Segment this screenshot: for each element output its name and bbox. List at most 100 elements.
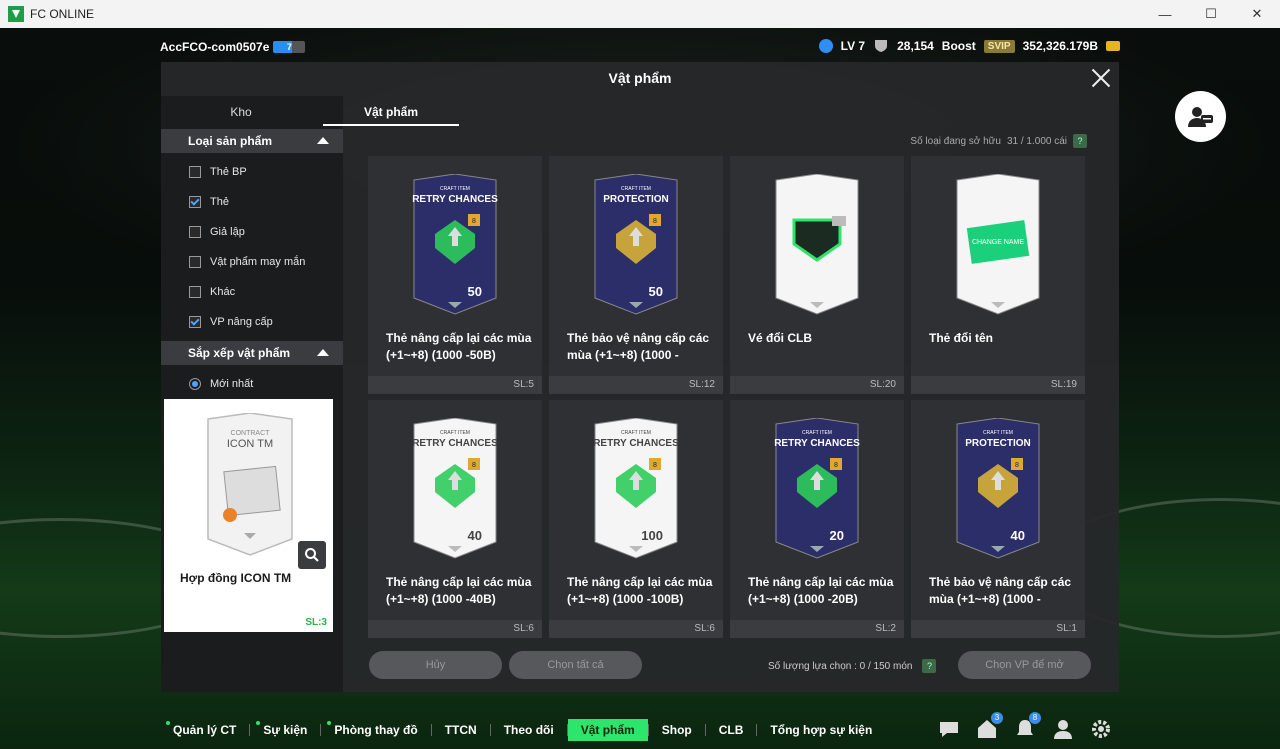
profile-button[interactable]	[1052, 718, 1074, 740]
item-preview: CONTRACT ICON TM Hợp đồng ICON TM SL:3	[164, 399, 333, 632]
account-badge: 7	[273, 41, 306, 53]
svg-text:8: 8	[653, 218, 657, 225]
item-name: Thẻ nâng cấp lại các mùa (+1~+8) (1000 -…	[386, 575, 532, 606]
trophy-count: 28,154	[897, 39, 934, 53]
item-card[interactable]: CRAFT ITEM RETRY CHANCES 8 100 Thẻ nâng …	[549, 400, 723, 638]
card-top: CRAFT ITEM	[983, 430, 1013, 436]
card-title: RETRY CHANCES	[774, 438, 860, 449]
item-card[interactable]: Vé đổi CLB SL:20	[730, 156, 904, 394]
item-card-image: CRAFT ITEM RETRY CHANCES 8 20	[774, 418, 860, 559]
nav-item[interactable]: Shop	[649, 719, 705, 741]
close-window-button[interactable]: ✕	[1234, 0, 1280, 28]
close-icon[interactable]	[1089, 66, 1113, 90]
preview-card-title: ICON TM	[227, 438, 273, 450]
item-card[interactable]: CRAFT ITEM PROTECTION 8 40 Thẻ bảo vệ nâ…	[911, 400, 1085, 638]
filter-the-bp[interactable]: Thẻ BP	[189, 163, 247, 181]
zoom-button[interactable]	[298, 541, 326, 569]
profile-icon	[1054, 720, 1072, 739]
item-card[interactable]: CRAFT ITEM RETRY CHANCES 8 50 Thẻ nâng c…	[368, 156, 542, 394]
home-button[interactable]: 3	[976, 712, 1003, 740]
svg-text:8: 8	[1015, 462, 1019, 469]
filter-the[interactable]: Thẻ	[189, 193, 229, 211]
bottom-navigation: Quản lý CT Sự kiện Phòng thay đồ TTCN Theo d…	[160, 714, 885, 746]
item-qty: SL:2	[875, 623, 896, 634]
radio-button[interactable]	[189, 378, 201, 390]
checkbox[interactable]	[189, 256, 201, 268]
filter-khac[interactable]: Khác	[189, 283, 235, 301]
checkbox[interactable]	[189, 196, 201, 208]
item-card-image: CRAFT ITEM PROTECTION 8 40	[956, 418, 1040, 559]
checkbox[interactable]	[189, 286, 201, 298]
currency-stats: LV 7 28,154 Boost SVIP 352,326.179B	[818, 38, 1120, 54]
filter-label: VP nâng cấp	[210, 316, 273, 328]
item-name: Vé đổi CLB	[748, 331, 813, 345]
item-name: Thẻ bảo vệ nâng cấp các mùa (+1~+8) (100…	[929, 575, 1072, 606]
selection-label: Số lượng lựa chọn : 0 / 150 món	[768, 660, 913, 672]
item-card-image	[775, 174, 859, 315]
boost-label: Boost	[941, 39, 976, 53]
nav-item[interactable]: Sự kiện	[250, 719, 320, 741]
open-items-button[interactable]: Chọn VP để mở	[958, 651, 1091, 679]
nav-item[interactable]: Theo dõi	[491, 719, 567, 741]
sort-header-label: Sắp xếp vật phẩm	[188, 346, 291, 360]
cancel-button[interactable]: Hủy	[369, 651, 502, 679]
trophy-icon	[875, 40, 888, 52]
nav-item[interactable]: Phòng thay đồ	[321, 719, 430, 741]
bell-button[interactable]: 8	[1014, 712, 1041, 740]
select-all-button[interactable]: Chọn tất cả	[509, 651, 642, 679]
owned-value: 31 / 1.000 cái	[1006, 135, 1067, 147]
account-info[interactable]: AccFCO-com0507e 7	[160, 40, 306, 54]
filter-vp-nang-cap[interactable]: VP nâng cấp	[189, 313, 273, 331]
tab-vat-pham[interactable]: Vật phẩm	[323, 98, 459, 126]
nav-item[interactable]: Vật phẩm	[567, 719, 648, 741]
card-top: CRAFT ITEM	[440, 430, 470, 436]
tab-kho[interactable]: Kho	[161, 98, 321, 126]
product-type-header[interactable]: Loại sản phẩm	[161, 129, 343, 153]
chat-icon	[940, 722, 958, 737]
item-qty: SL:12	[688, 379, 715, 390]
sort-header[interactable]: Sắp xếp vật phẩm	[161, 341, 343, 365]
item-card[interactable]: CRAFT ITEM RETRY CHANCES 8 40 Thẻ nâng c…	[368, 400, 542, 638]
card-top: CRAFT ITEM	[802, 430, 832, 436]
notification-badge: 8	[1029, 712, 1041, 724]
minimize-button[interactable]: —	[1142, 0, 1188, 28]
chat-button[interactable]	[938, 718, 960, 740]
nav-item[interactable]: CLB	[706, 719, 757, 741]
item-name: Thẻ nâng cấp lại các mùa (+1~+8) (1000 -…	[567, 575, 713, 606]
preview-card-top: CONTRACT	[231, 430, 271, 437]
item-card[interactable]: CRAFT ITEM PROTECTION 8 50 Thẻ bảo vệ nâ…	[549, 156, 723, 394]
collapse-icon	[317, 349, 329, 356]
filter-label: Thẻ	[210, 196, 229, 208]
nav-item[interactable]: TTCN	[432, 719, 490, 741]
item-card[interactable]: CRAFT ITEM RETRY CHANCES 8 20 Thẻ nâng c…	[730, 400, 904, 638]
nav-item[interactable]: Quản lý CT	[160, 719, 249, 741]
card-title: PROTECTION	[603, 194, 669, 205]
item-card[interactable]: CHANGE NAME Thẻ đổi tên SL:19	[911, 156, 1085, 394]
sort-newest[interactable]: Mới nhất	[189, 375, 253, 393]
preview-item-name: Hợp đồng ICON TM	[180, 571, 292, 585]
sort-option-label: Mới nhất	[210, 378, 254, 390]
help-icon[interactable]: ?	[922, 659, 937, 673]
card-value: 40	[1011, 528, 1025, 543]
maximize-button[interactable]: ☐	[1188, 0, 1234, 28]
filter-gia-lap[interactable]: Giả lập	[189, 223, 245, 241]
item-qty: SL:1	[1056, 623, 1077, 634]
svg-text:8: 8	[653, 462, 657, 469]
window-titlebar: FC ONLINE — ☐ ✕	[0, 0, 1280, 28]
card-top: CRAFT ITEM	[440, 186, 470, 192]
card-title: RETRY CHANCES	[412, 194, 498, 205]
support-chat-button[interactable]	[1175, 91, 1226, 142]
preview-item-qty: SL:3	[305, 617, 327, 628]
item-name: Thẻ nâng cấp lại các mùa (+1~+8) (1000 -…	[748, 575, 894, 606]
support-agent-icon	[1187, 106, 1213, 127]
gear-button[interactable]	[1090, 718, 1112, 740]
item-card-image: CRAFT ITEM RETRY CHANCES 8 40	[412, 418, 498, 559]
nav-item[interactable]: Tổng hợp sự kiện	[757, 719, 885, 741]
checkbox[interactable]	[189, 226, 201, 238]
help-icon[interactable]: ?	[1073, 134, 1087, 148]
window-title: FC ONLINE	[30, 7, 95, 21]
card-value: 20	[830, 528, 844, 543]
checkbox[interactable]	[189, 166, 201, 178]
filter-may-man[interactable]: Vật phẩm may mắn	[189, 253, 305, 271]
checkbox[interactable]	[189, 316, 201, 328]
